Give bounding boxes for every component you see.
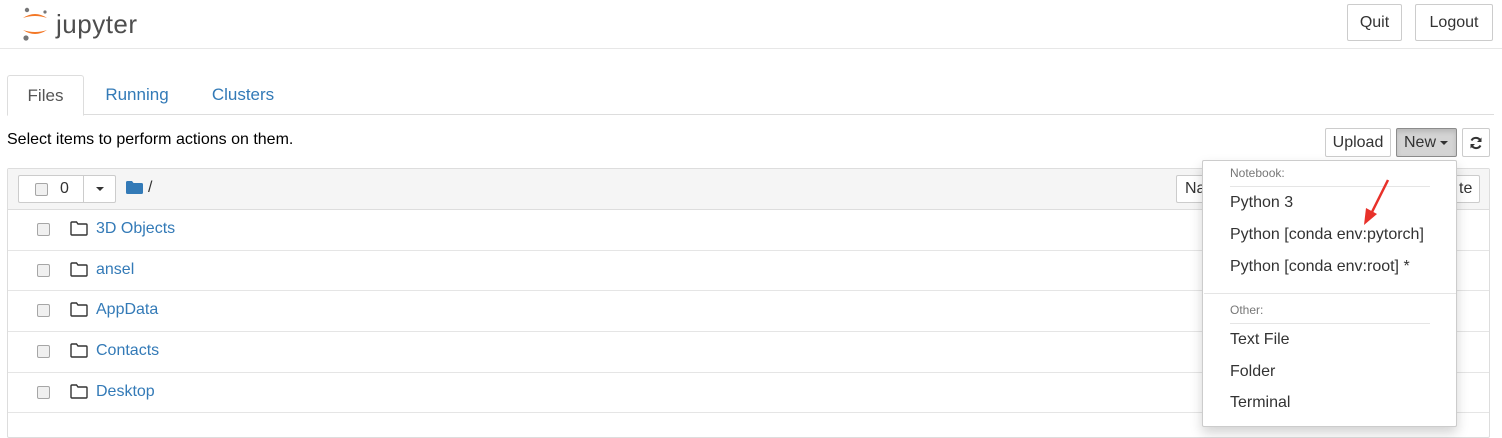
notebook-section-header: Notebook:	[1230, 166, 1285, 180]
select-all-control[interactable]: 0	[18, 175, 84, 203]
header-bar: jupyter Quit Logout	[0, 0, 1502, 49]
menu-item-conda-pytorch[interactable]: Python [conda env:pytorch]	[1230, 226, 1424, 244]
folder-outline-icon	[70, 221, 88, 236]
menu-item-python3[interactable]: Python 3	[1230, 194, 1293, 212]
quit-button[interactable]: Quit	[1347, 4, 1402, 41]
menu-item-text-file[interactable]: Text File	[1230, 331, 1290, 349]
select-all-checkbox[interactable]	[35, 182, 48, 196]
menu-item-terminal[interactable]: Terminal	[1230, 394, 1290, 412]
folder-outline-icon	[70, 343, 88, 358]
section-rule	[1230, 323, 1430, 324]
selection-instructions: Select items to perform actions on them.	[7, 131, 294, 148]
upload-button[interactable]: Upload	[1325, 128, 1391, 157]
select-dropdown-button[interactable]	[83, 175, 116, 203]
item-checkbox[interactable]	[37, 345, 50, 359]
tab-bar: Files Running Clusters	[7, 75, 1494, 116]
folder-outline-icon	[70, 302, 88, 318]
menu-item-conda-root[interactable]: Python [conda env:root] *	[1230, 258, 1410, 276]
refresh-button[interactable]	[1462, 128, 1490, 157]
other-section-header: Other:	[1230, 303, 1264, 317]
refresh-icon	[1470, 136, 1482, 149]
item-checkbox[interactable]	[37, 385, 50, 399]
item-name-link[interactable]: Contacts	[96, 342, 159, 360]
selected-count: 0	[60, 180, 69, 197]
caret-down-icon	[95, 187, 104, 191]
folder-outline-icon	[70, 384, 88, 399]
section-rule	[1230, 186, 1430, 187]
item-name-link[interactable]: 3D Objects	[96, 220, 175, 238]
tab-running[interactable]: Running	[97, 75, 177, 115]
jupyter-logo[interactable]: jupyter	[20, 4, 138, 44]
logout-button[interactable]: Logout	[1415, 4, 1493, 41]
item-checkbox[interactable]	[37, 263, 50, 277]
folder-outline-icon	[70, 261, 88, 277]
breadcrumb[interactable]: /	[148, 179, 152, 197]
caret-down-icon	[1440, 140, 1448, 145]
item-checkbox[interactable]	[37, 223, 50, 236]
item-name-link[interactable]: ansel	[96, 261, 134, 279]
annotation-arrow-icon	[1364, 179, 1390, 225]
new-button-label: New	[1403, 133, 1436, 151]
new-dropdown-menu: Notebook: Python 3 Python [conda env:pyt…	[1202, 160, 1457, 427]
tab-files[interactable]: Files	[7, 75, 84, 116]
jupyter-logo-icon	[23, 7, 47, 41]
item-checkbox[interactable]	[37, 304, 50, 318]
logo-text: jupyter	[56, 8, 138, 39]
item-name-link[interactable]: Desktop	[96, 383, 155, 401]
menu-divider	[1204, 293, 1456, 294]
tab-clusters[interactable]: Clusters	[203, 75, 283, 115]
folder-icon	[126, 181, 143, 194]
new-button[interactable]: New	[1396, 128, 1457, 157]
item-name-link[interactable]: AppData	[96, 301, 158, 319]
menu-item-folder[interactable]: Folder	[1230, 363, 1275, 381]
